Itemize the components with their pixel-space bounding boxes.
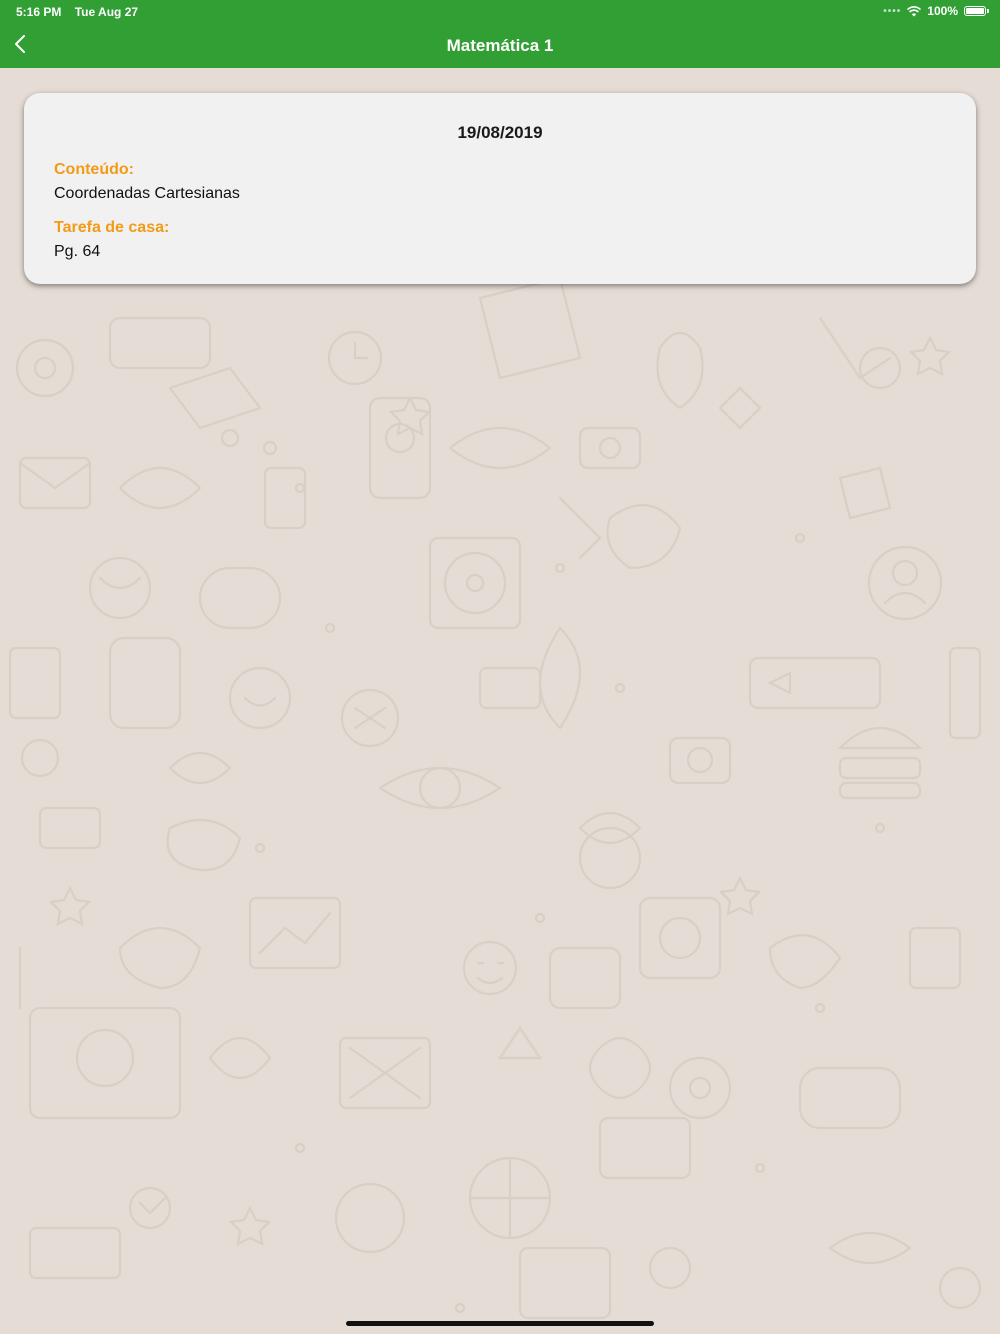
wifi-icon [907,5,922,16]
navigation-bar: 5:16 PM Tue Aug 27 •••• 100% Matemática … [0,0,1000,68]
homework-label: Tarefa de casa: [54,219,170,236]
home-indicator[interactable] [346,1321,654,1326]
status-bar: 5:16 PM Tue Aug 27 •••• 100% [0,0,1000,24]
status-date: Tue Aug 27 [74,5,139,19]
battery-percent: 100% [927,4,958,18]
entry-date: 19/08/2019 [457,123,543,142]
lesson-entry-card[interactable]: 19/08/2019 Conteúdo: Coordenadas Cartesi… [24,93,976,284]
content-label: Conteúdo: [54,161,134,178]
homework-value: Pg. 64 [54,243,101,260]
signal-dots-icon: •••• [883,5,902,17]
content-value: Coordenadas Cartesianas [54,185,240,202]
status-time: 5:16 PM [16,5,62,19]
battery-icon [964,6,989,16]
page-title: Matemática 1 [446,36,554,55]
